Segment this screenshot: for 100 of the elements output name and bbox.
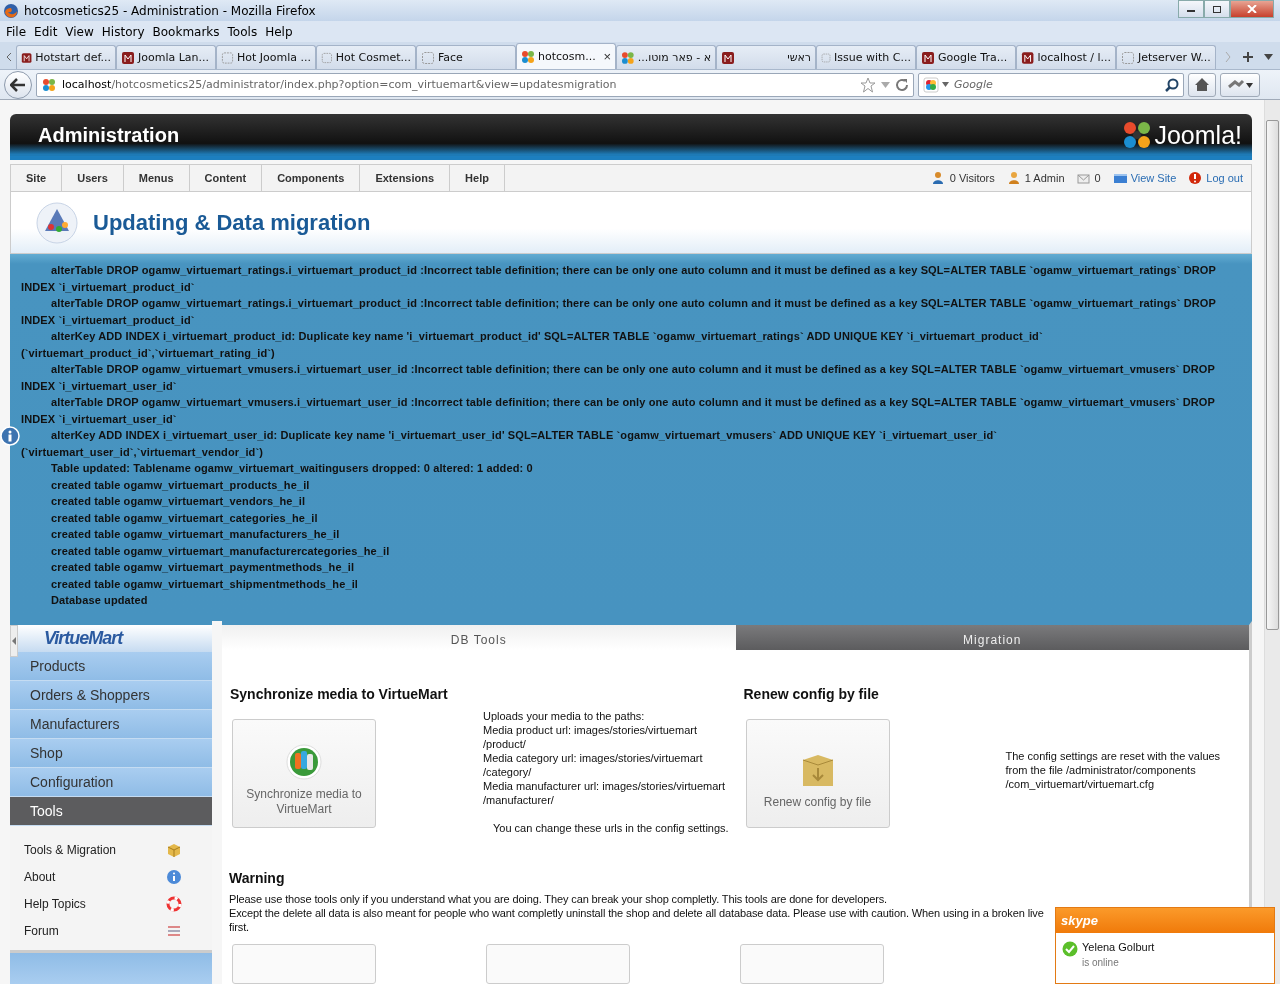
online-icon <box>1062 941 1078 957</box>
scroll-right-icon <box>1224 51 1232 63</box>
chevron-left-icon <box>6 52 12 62</box>
firefox-icon <box>3 2 19 19</box>
back-button[interactable] <box>4 70 32 99</box>
addon-icon <box>1227 78 1253 91</box>
browser-tab[interactable]: hotcosm... × <box>516 43 616 69</box>
warning-text: first. <box>229 920 250 934</box>
sidebar-item[interactable]: Shop <box>10 739 212 768</box>
description-text: Uploads your media to the paths: <box>483 709 646 723</box>
description-text: Media manufacturer url: images/stories/virtuemart /manufacturer/ <box>483 779 727 807</box>
minimize-button[interactable] <box>1178 0 1204 18</box>
sidebar-item[interactable]: Tools <box>10 797 212 826</box>
addon-button[interactable] <box>1220 72 1260 97</box>
message-text: created table ogamw_virtuemart_products_he_il <box>50 477 311 493</box>
admin-menu-item[interactable]: Users <box>62 165 124 191</box>
note-text: You can change these urls in the config settings. <box>493 822 730 834</box>
address-bar[interactable]: localhost/hotcosmetics25/administrator/index.php?option=com_virtuemart&view=updatesmigration <box>36 72 914 97</box>
scroll-thumb[interactable] <box>1266 120 1279 630</box>
message-text: created table ogamw_virtuemart_manufacturers_he_il <box>50 527 341 542</box>
collapse-handle[interactable] <box>10 625 18 657</box>
scrollbar[interactable] <box>1264 100 1280 984</box>
sidebar-item[interactable]: Configuration <box>10 768 212 797</box>
section-title: Synchronize media to VirtueMart <box>230 686 449 702</box>
browser-tab[interactable]: Hot Cosmet... <box>316 45 416 69</box>
browser-tab[interactable]: Face <box>416 45 516 69</box>
browser-tab[interactable]: Google Tra... <box>916 45 1016 69</box>
submenu-item[interactable]: Help Topics <box>10 890 212 917</box>
admin-title: Administration <box>38 123 180 147</box>
menu-item[interactable]: History <box>97 24 149 39</box>
monitor-icon <box>1112 171 1127 185</box>
status-link[interactable]: Log out <box>1206 172 1243 184</box>
sidebar-item[interactable]: Products <box>10 652 212 681</box>
skype-logo: skype <box>1061 913 1098 928</box>
virtuemart-logo: VirtueMart <box>44 628 123 649</box>
tab-list-icon <box>1264 54 1273 60</box>
menu-item[interactable]: Edit <box>30 24 62 39</box>
browser-tab[interactable]: localhost / l... <box>1016 45 1116 69</box>
admin-menu-item[interactable]: Content <box>189 165 263 191</box>
submenu-item[interactable]: Tools & Migration <box>10 836 212 863</box>
favicon-icon <box>21 50 33 65</box>
close-button[interactable] <box>1230 0 1274 18</box>
bar-chart-icon <box>284 742 324 782</box>
favicon-icon <box>121 50 135 65</box>
status-link[interactable]: View Site <box>1130 172 1177 184</box>
submenu-item[interactable]: Forum <box>10 917 212 944</box>
back-arrow-icon <box>10 77 26 92</box>
browser-tab[interactable]: Jetserver W... <box>1116 45 1216 69</box>
favicon-icon <box>221 50 234 65</box>
section-title: Renew config by file <box>743 686 880 702</box>
favicon-icon <box>621 50 635 65</box>
star-icon <box>860 76 876 93</box>
home-button[interactable] <box>1188 72 1216 97</box>
browser-tab[interactable]: Joomla Lan... <box>116 45 216 69</box>
maximize-icon <box>1212 5 1222 13</box>
browser-tab[interactable]: א - פאר מוטו... <box>616 45 716 69</box>
search-field[interactable]: Google <box>918 72 1184 97</box>
warning-text: Please use those tools only if you understand what you are doing. They can break your shop completly. This tools are done for developers. <box>229 892 887 906</box>
content-tab[interactable]: Migration <box>735 625 1249 650</box>
menu-item[interactable]: Bookmarks <box>148 24 224 39</box>
tool-button[interactable]: Synchronize media to VirtueMart <box>232 719 376 828</box>
sidebar-item[interactable]: Orders & Shoppers <box>10 681 212 710</box>
warning-title: Warning <box>229 870 286 886</box>
admin-menu-item[interactable]: Site <box>11 165 63 191</box>
menu-item[interactable]: Tools <box>223 24 262 39</box>
close-tab-button[interactable]: × <box>603 49 611 64</box>
browser-tab[interactable]: ראשי <box>716 45 816 69</box>
tool-button[interactable]: Renew config by file <box>745 719 890 828</box>
admin-menu-item[interactable]: Menus <box>123 165 190 191</box>
description-text: The config settings are reset with the values from the file /administrator/components /com_virtuemart/virtuemart.cfg <box>1005 749 1222 791</box>
favicon-icon <box>421 50 435 65</box>
sidebar-item[interactable]: Manufacturers <box>10 710 212 739</box>
site-icon <box>41 76 57 93</box>
browser-tab[interactable]: Hot Joomla ... <box>216 45 316 69</box>
favicon-icon <box>321 50 333 65</box>
admin-menu-item[interactable]: Help <box>450 165 505 191</box>
contact-name: Yelena Golburt <box>1082 941 1155 953</box>
box-icon <box>166 841 182 858</box>
message-text: created table ogamw_virtuemart_shipmentmethods_he_il <box>50 576 359 592</box>
home-icon <box>1194 77 1210 92</box>
info-icon <box>166 868 182 885</box>
message-text: created table ogamw_virtuemart_manufacturercategories_he_il <box>50 543 391 559</box>
status-text: 0 <box>1094 172 1101 184</box>
favicon-icon <box>821 50 832 65</box>
status-text: 1 Admin <box>1024 172 1065 184</box>
page-title: Updating & Data migration <box>93 209 371 236</box>
admin-menu-item[interactable]: Components <box>262 165 361 191</box>
dropdown-icon <box>942 82 949 87</box>
menu-item[interactable]: Help <box>261 24 297 39</box>
browser-tab[interactable]: Issue with C... <box>816 45 916 69</box>
maximize-button[interactable] <box>1204 0 1230 18</box>
browser-tab[interactable]: Hotstart def... <box>16 45 116 69</box>
message-text: created table ogamw_virtuemart_categories_he_il <box>50 510 319 526</box>
menu-item[interactable]: View <box>61 24 98 39</box>
menu-item[interactable]: File <box>2 24 31 39</box>
power-icon <box>1188 171 1203 185</box>
search-input[interactable]: Google <box>952 77 1162 92</box>
message-text: Table updated: Tablename ogamw_virtuemart_waitingusers dropped: 0 altered: 1 added: 0 <box>50 461 534 476</box>
admin-menu-item[interactable]: Extensions <box>360 165 451 191</box>
submenu-item[interactable]: About <box>10 863 212 890</box>
